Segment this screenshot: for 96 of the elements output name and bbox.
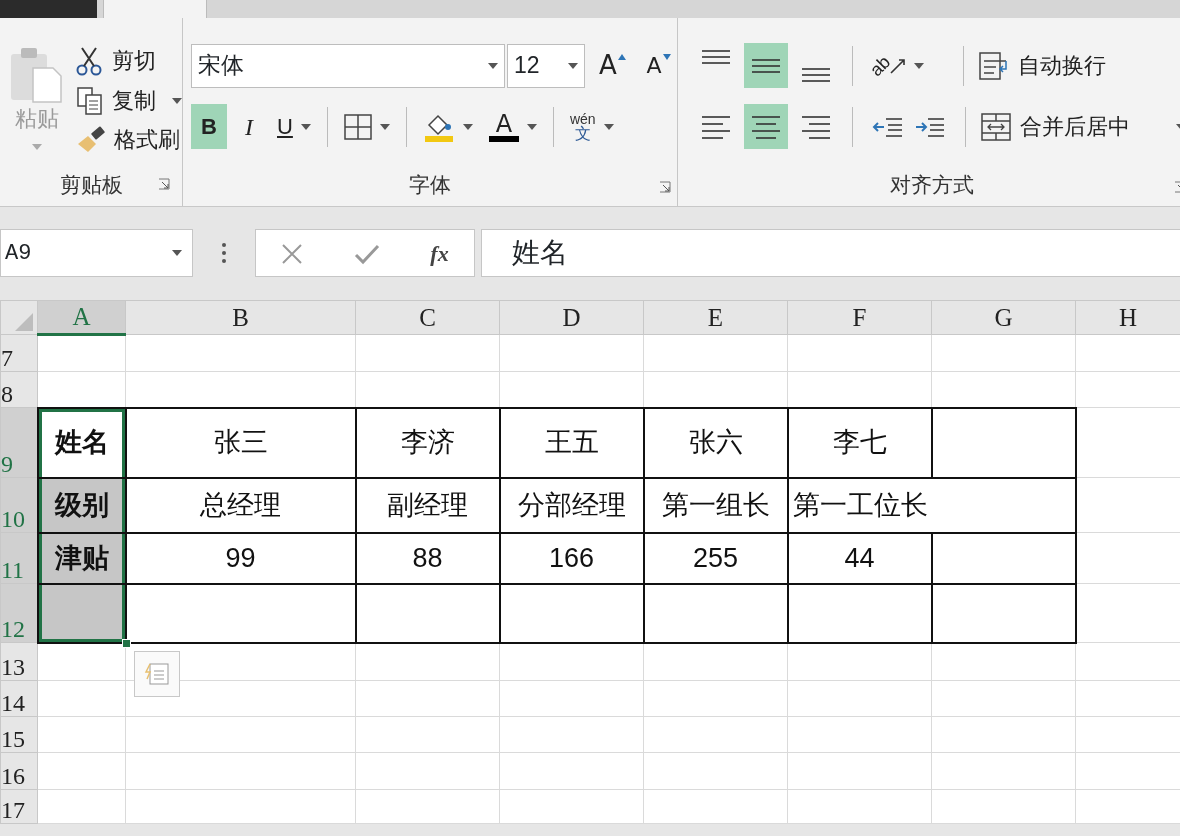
caret-icon [32, 144, 42, 150]
row-header[interactable]: 9 [0, 407, 38, 478]
name-box[interactable]: A9 [0, 229, 193, 277]
row-header[interactable]: 13 [0, 642, 38, 681]
caret-icon [172, 250, 182, 256]
wrap-text-button[interactable]: 自动换行 [978, 43, 1106, 88]
cell-text: 88 [412, 541, 443, 575]
cell-text: 李七 [832, 426, 887, 459]
bold-button[interactable]: B [191, 104, 227, 149]
launcher-icon [158, 178, 170, 190]
column-header[interactable]: F [787, 300, 932, 335]
column-header[interactable]: C [355, 300, 500, 335]
caret-icon [914, 62, 924, 69]
column-header[interactable]: A [37, 300, 126, 335]
cell-text: 分部经理 [517, 488, 626, 522]
color-bar [488, 135, 519, 142]
triangle-icon [661, 53, 672, 60]
formula-text: 姓名 [512, 236, 568, 270]
more-icon [222, 243, 226, 263]
merge-cells-icon [980, 111, 1012, 142]
launcher-icon [659, 180, 671, 193]
cell-text: 255 [692, 541, 739, 575]
underline-button[interactable]: U [271, 104, 317, 149]
caret-icon [172, 98, 182, 104]
cell-text: 99 [225, 541, 256, 575]
caret-icon [526, 123, 537, 130]
row-header[interactable]: 15 [0, 716, 38, 753]
column-header[interactable]: G [931, 300, 1076, 335]
row-header[interactable]: 11 [0, 532, 38, 584]
insert-function-button[interactable]: fx [430, 236, 449, 270]
cell-text: 44 [844, 541, 875, 575]
row-header[interactable]: 7 [0, 334, 38, 372]
column-header[interactable]: E [643, 300, 788, 335]
caret-icon [603, 123, 614, 130]
cell-text: 津贴 [54, 541, 109, 575]
formula-field[interactable]: 姓名 [481, 229, 1180, 277]
paintbrush-icon [76, 126, 106, 154]
align-top-icon [701, 49, 731, 64]
cell-text: 王五 [544, 426, 599, 459]
align-button[interactable] [744, 104, 788, 149]
cancel-button[interactable] [281, 241, 304, 265]
cell-text: 级别 [54, 488, 109, 522]
column-header[interactable]: B [125, 300, 356, 335]
caret-icon [300, 123, 311, 130]
row-header[interactable]: 14 [0, 680, 38, 717]
font-name-field[interactable]: 宋体 [191, 43, 505, 88]
close-icon [281, 242, 304, 265]
grid-icon [343, 113, 372, 140]
row-header[interactable]: 12 [0, 583, 38, 643]
phonetic-guide-button[interactable]: wén 文 [563, 104, 620, 149]
row-header[interactable]: 8 [0, 371, 38, 408]
column-header[interactable]: H [1075, 300, 1180, 335]
scissors-icon [76, 46, 104, 76]
triangle-icon [616, 53, 627, 60]
row-header[interactable]: 16 [0, 752, 38, 790]
align-button[interactable] [744, 43, 788, 88]
fill-handle[interactable] [121, 638, 131, 648]
cell-text: 李济 [400, 426, 455, 459]
font-name: 宋体 [198, 51, 244, 81]
orientation-button[interactable]: ab [867, 43, 927, 88]
cell-text: 166 [548, 541, 595, 575]
row-header[interactable]: 10 [0, 477, 38, 533]
align-bottom-icon [801, 67, 831, 82]
group-label: 剪贴板 [59, 171, 123, 198]
grow-font-button[interactable]: A [595, 43, 631, 88]
font-size-field[interactable]: 12 [507, 43, 585, 88]
column-header[interactable]: D [499, 300, 644, 335]
font-color-button[interactable]: A [482, 104, 543, 149]
cell-text: 张三 [213, 426, 268, 459]
cell-text: 张六 [688, 426, 743, 459]
clipboard-button[interactable]: 复制 [76, 86, 182, 116]
cell-text: 副经理 [387, 488, 468, 522]
caret-icon [568, 62, 578, 69]
copy-icon [76, 86, 104, 116]
merge-center-button[interactable]: 合并后居中 [980, 104, 1180, 149]
font-size: 12 [514, 51, 540, 81]
cell-reference: A9 [5, 239, 32, 268]
align-middle-icon [751, 58, 781, 73]
cell-text: 姓名 [54, 426, 109, 459]
clipboard-button[interactable]: 剪切 [76, 46, 182, 76]
cell-text: 第一工位长 [792, 488, 928, 522]
caret-icon [462, 123, 473, 130]
cell-text: 第一组长 [661, 488, 770, 522]
clipboard-button[interactable]: 格式刷 [76, 126, 182, 154]
quick-analysis-icon [143, 660, 170, 687]
group-label: 对齐方式 [890, 171, 974, 198]
arrow-icon [890, 57, 906, 74]
caret-icon [488, 62, 498, 69]
caret-icon [379, 123, 390, 130]
italic-button[interactable]: I [231, 104, 267, 149]
shrink-font-button[interactable]: A [641, 43, 677, 88]
row-header[interactable]: 17 [0, 789, 38, 824]
check-icon [353, 242, 380, 265]
wrap-text-icon [978, 50, 1010, 81]
cell-text: 总经理 [200, 488, 281, 522]
group-label: 字体 [409, 171, 451, 198]
